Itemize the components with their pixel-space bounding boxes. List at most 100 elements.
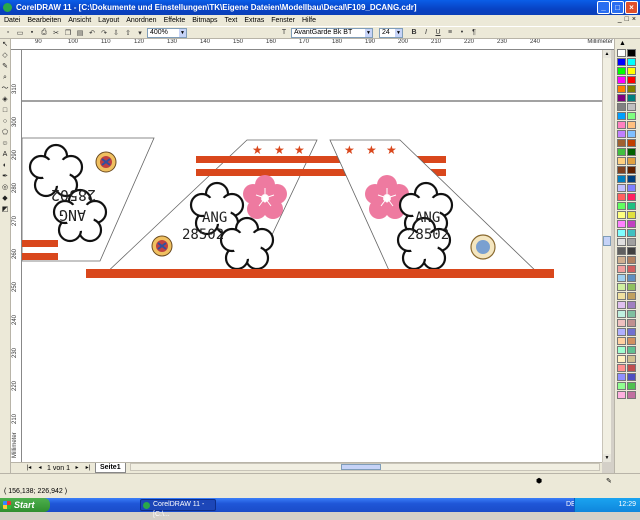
color-swatch[interactable]	[617, 76, 626, 84]
basic-shapes-icon[interactable]: ☺	[0, 139, 10, 149]
color-swatch[interactable]	[627, 310, 636, 318]
color-swatch[interactable]	[627, 292, 636, 300]
color-swatch[interactable]	[617, 94, 626, 102]
doc-restore-icon[interactable]: □	[625, 16, 629, 23]
menu-layout[interactable]: Layout	[98, 17, 119, 24]
color-swatch[interactable]	[627, 256, 636, 264]
start-button[interactable]: Start	[0, 498, 50, 512]
fill-indicator-icon[interactable]: ⬢	[536, 477, 544, 495]
color-swatch[interactable]	[617, 139, 626, 147]
menu-hilfe[interactable]: Hilfe	[302, 17, 316, 24]
color-swatch[interactable]	[627, 94, 636, 102]
interactive-blend-icon[interactable]: ◐	[0, 161, 10, 171]
menu-datei[interactable]: Datei	[4, 17, 20, 24]
color-swatch[interactable]	[627, 175, 636, 183]
menu-text[interactable]: Text	[225, 17, 238, 24]
rectangle-tool-icon[interactable]: □	[0, 106, 10, 116]
color-swatch[interactable]	[617, 373, 626, 381]
vertical-ruler[interactable]: 310 300 290 280 270 260 250 240 230 220 …	[11, 50, 22, 462]
decal-number-center-right[interactable]: 28502	[407, 227, 449, 243]
color-swatch[interactable]	[627, 166, 636, 174]
decal-ang-center-right[interactable]: ANG	[415, 210, 440, 226]
color-swatch[interactable]	[627, 328, 636, 336]
color-swatch[interactable]	[617, 58, 626, 66]
color-swatch[interactable]	[617, 391, 626, 399]
scroll-thumb[interactable]	[603, 236, 611, 246]
menu-fenster[interactable]: Fenster	[271, 17, 295, 24]
decal-ang-center-left[interactable]: ANG	[202, 210, 227, 226]
app-launcher-icon[interactable]: ▾	[135, 28, 145, 37]
underline-icon[interactable]: U	[433, 28, 443, 37]
color-swatch[interactable]	[627, 229, 636, 237]
bold-icon[interactable]: B	[409, 28, 419, 37]
new-icon[interactable]: ▫	[3, 28, 13, 37]
color-swatch[interactable]	[617, 49, 626, 57]
palette-up-icon[interactable]: ▲	[619, 40, 626, 47]
zoom-tool-icon[interactable]: ⌕	[0, 73, 10, 83]
menu-anordnen[interactable]: Anordnen	[126, 17, 156, 24]
outline-tool-icon[interactable]: ◎	[0, 183, 10, 193]
color-swatch[interactable]	[627, 67, 636, 75]
color-swatch[interactable]	[627, 58, 636, 66]
color-swatch[interactable]	[617, 157, 626, 165]
color-swatch[interactable]	[617, 85, 626, 93]
color-swatch[interactable]	[617, 364, 626, 372]
color-swatch[interactable]	[617, 193, 626, 201]
color-swatch[interactable]	[627, 103, 636, 111]
import-icon[interactable]: ⇩	[111, 28, 121, 37]
color-swatch[interactable]	[617, 103, 626, 111]
color-swatch[interactable]	[627, 85, 636, 93]
color-swatch[interactable]	[617, 274, 626, 282]
color-swatch[interactable]	[627, 283, 636, 291]
color-swatch[interactable]	[627, 391, 636, 399]
copy-icon[interactable]: ❐	[63, 28, 73, 37]
vertical-scrollbar[interactable]: ▲ ▼	[602, 50, 611, 462]
color-swatch[interactable]	[627, 238, 636, 246]
cut-icon[interactable]: ✂	[51, 28, 61, 37]
format-text-icon[interactable]: ¶	[469, 28, 479, 37]
decal-ang-left[interactable]: ANG	[59, 206, 86, 224]
text-tool-icon[interactable]: A	[0, 150, 10, 160]
ellipse-tool-icon[interactable]: ○	[0, 117, 10, 127]
outline-indicator-icon[interactable]: ✎	[606, 477, 614, 495]
color-swatch[interactable]	[617, 112, 626, 120]
font-size-field[interactable]: 24 ▼	[379, 27, 403, 38]
font-name-field[interactable]: AvantGarde Bk BT ▼	[291, 27, 373, 38]
chevron-down-icon[interactable]: ▼	[395, 28, 402, 37]
close-button[interactable]: ×	[625, 1, 638, 14]
color-swatch[interactable]	[617, 238, 626, 246]
horizontal-ruler[interactable]: 90 100 110 120 130 140 150 160 170 180 1…	[11, 39, 615, 50]
menu-effekte[interactable]: Effekte	[164, 17, 186, 24]
interactive-fill-icon[interactable]: ◩	[0, 205, 10, 215]
color-swatch[interactable]	[627, 247, 636, 255]
color-swatch[interactable]	[617, 247, 626, 255]
color-swatch[interactable]	[617, 220, 626, 228]
page-tab[interactable]: Seite1	[94, 463, 126, 473]
color-swatch[interactable]	[617, 319, 626, 327]
color-swatch[interactable]	[627, 220, 636, 228]
stripe[interactable]	[22, 253, 58, 260]
color-swatch[interactable]	[617, 301, 626, 309]
color-swatch[interactable]	[627, 301, 636, 309]
menu-bitmaps[interactable]: Bitmaps	[192, 17, 217, 24]
color-swatch[interactable]	[617, 310, 626, 318]
color-swatch[interactable]	[627, 202, 636, 210]
print-icon[interactable]: ⎙	[39, 28, 49, 37]
color-swatch[interactable]	[627, 76, 636, 84]
polygon-tool-icon[interactable]: ⬠	[0, 128, 10, 138]
color-swatch[interactable]	[617, 67, 626, 75]
save-icon[interactable]: ▪	[27, 28, 37, 37]
color-swatch[interactable]	[627, 130, 636, 138]
color-swatch[interactable]	[617, 328, 626, 336]
doc-close-icon[interactable]: ×	[632, 16, 636, 23]
color-swatch[interactable]	[617, 148, 626, 156]
decal-number-center-left[interactable]: 28502	[182, 227, 224, 243]
color-swatch[interactable]	[627, 364, 636, 372]
first-page-icon[interactable]: |◂	[25, 464, 33, 472]
undo-icon[interactable]: ↶	[87, 28, 97, 37]
fill-tool-icon[interactable]: ◆	[0, 194, 10, 204]
scroll-up-icon[interactable]: ▲	[603, 50, 611, 58]
last-page-icon[interactable]: ▸|	[84, 464, 92, 472]
smart-fill-icon[interactable]: ◈	[0, 95, 10, 105]
color-swatch[interactable]	[627, 184, 636, 192]
